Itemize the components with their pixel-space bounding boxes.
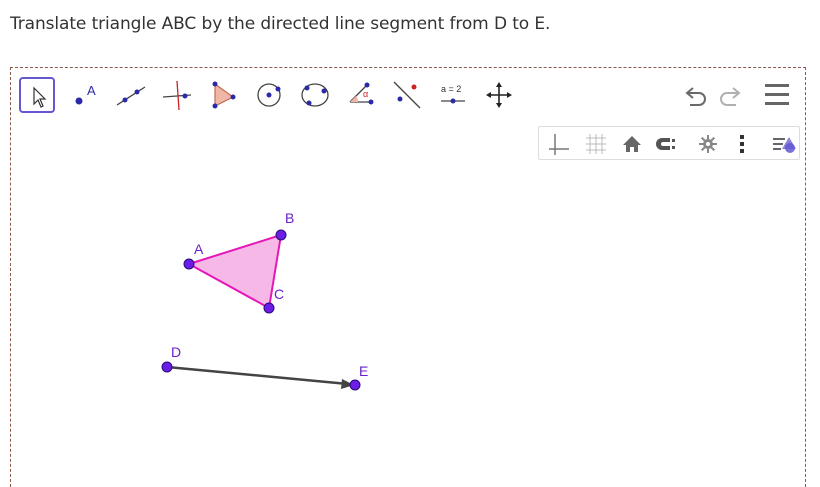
label-a: A (194, 241, 204, 257)
point-c[interactable] (263, 302, 275, 314)
point-d[interactable] (161, 361, 173, 373)
label-e: E (359, 363, 368, 379)
point-a[interactable] (183, 258, 195, 270)
segment-de[interactable] (166, 365, 349, 386)
graphics-view[interactable]: A B C D E (11, 68, 805, 466)
point-b[interactable] (275, 229, 287, 241)
label-b: B (285, 210, 294, 226)
label-d: D (171, 344, 181, 360)
label-c: C (274, 286, 284, 302)
question-text: Translate triangle ABC by the directed l… (10, 14, 551, 34)
geogebra-applet[interactable]: A α a = 2 A B C D E (10, 67, 806, 487)
point-e[interactable] (349, 379, 361, 391)
